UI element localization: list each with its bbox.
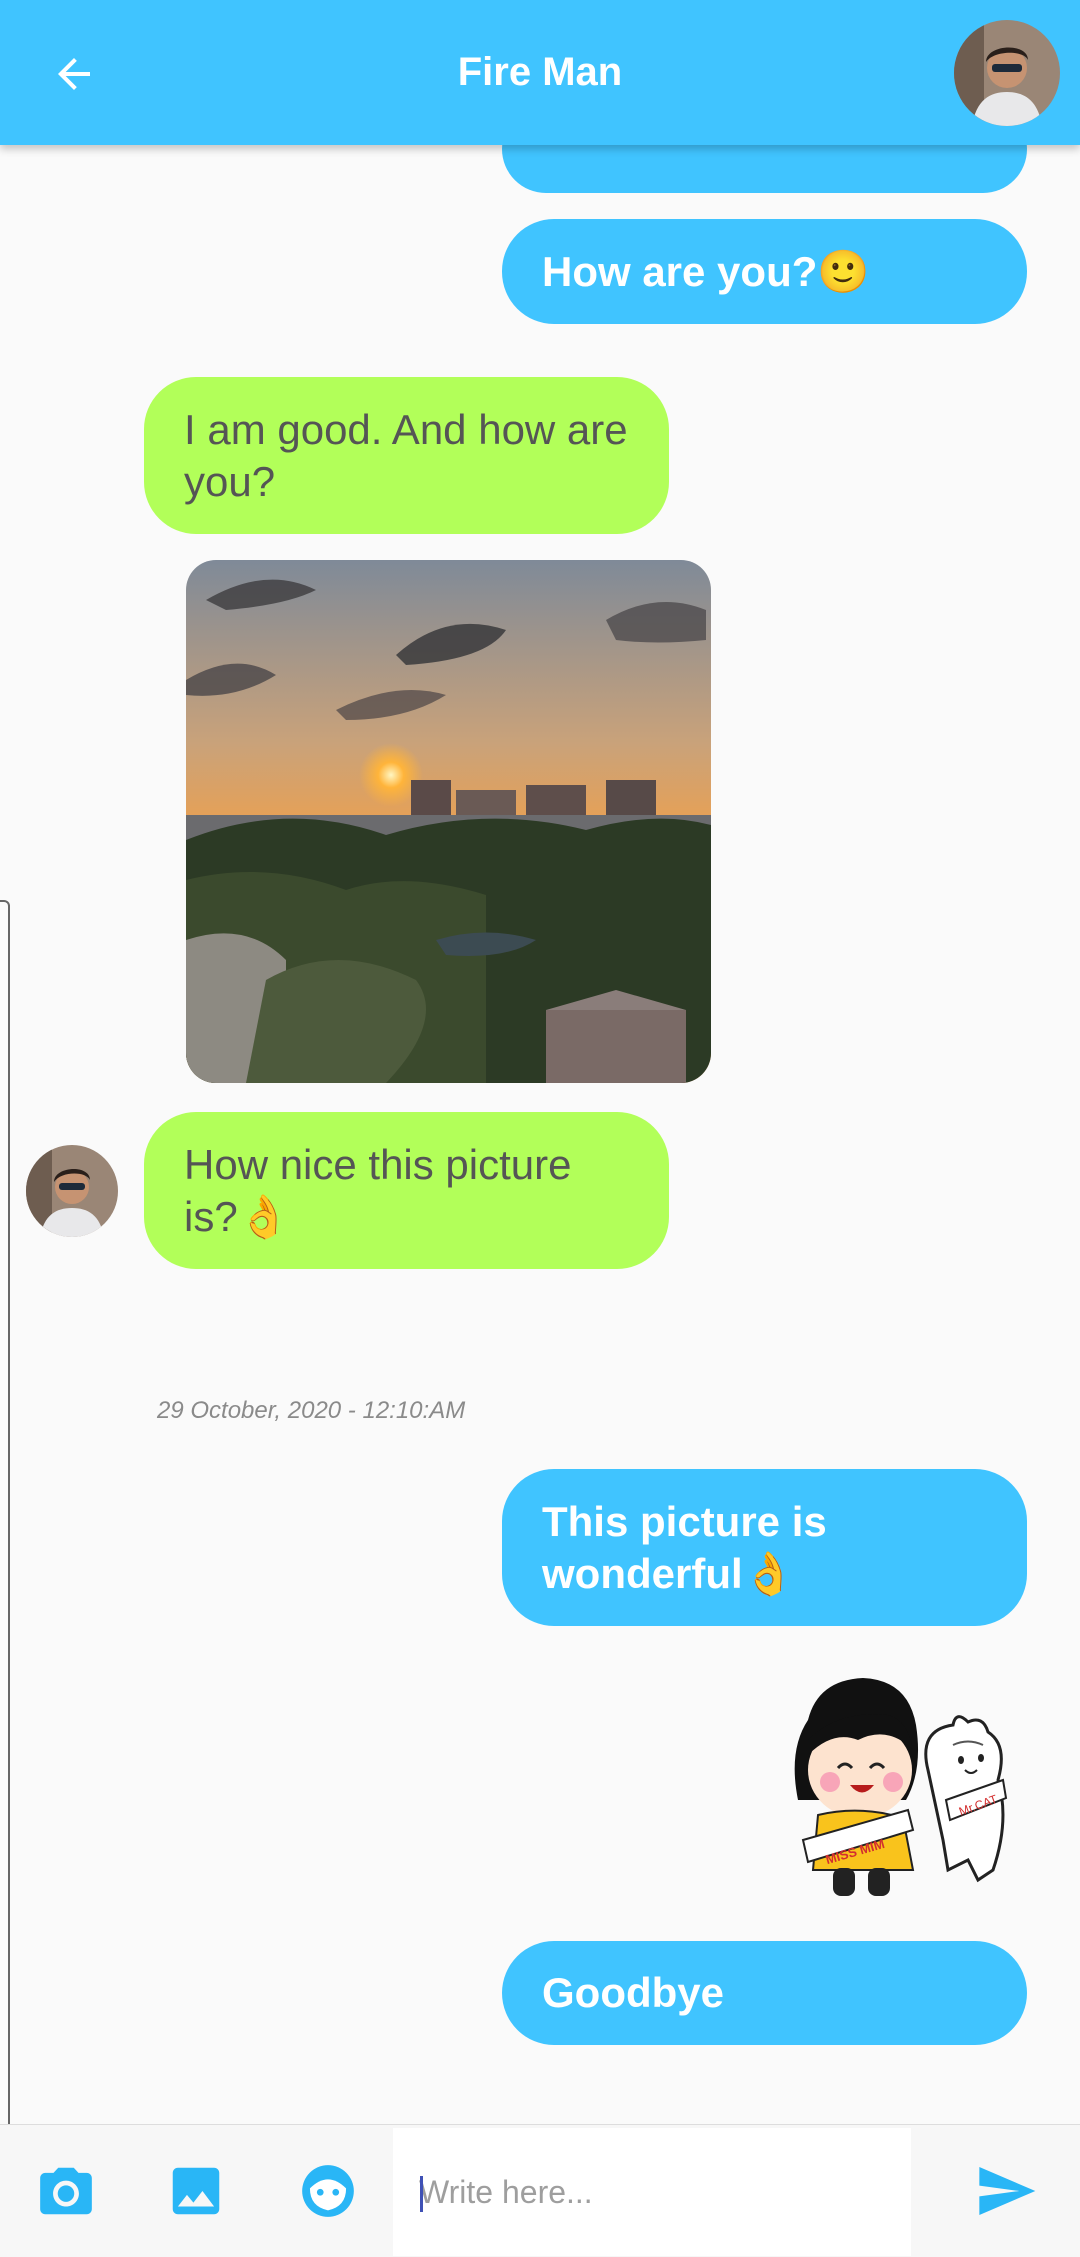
sticker[interactable]: Mr.CAT MISS MIM <box>778 1670 1016 1902</box>
outgoing-message[interactable]: This picture is wonderful👌 <box>502 1469 1027 1626</box>
message-text: How are you?🙂 <box>542 247 870 295</box>
contact-avatar[interactable] <box>954 20 1060 126</box>
message-text: I am good. And how are you? <box>184 405 628 505</box>
app-bar: Fire Man <box>0 0 1080 145</box>
image-icon <box>172 2167 220 2215</box>
camera-button[interactable] <box>28 2153 104 2229</box>
text-cursor <box>420 2176 423 2212</box>
camera-icon <box>40 2167 92 2215</box>
emoji-face-icon <box>302 2165 354 2217</box>
scrollbar[interactable] <box>0 900 10 2140</box>
send-icon <box>979 2167 1036 2215</box>
send-button[interactable] <box>956 2153 1056 2229</box>
message-text: How nice this picture is?👌 <box>184 1140 572 1240</box>
incoming-message[interactable]: I am good. And how are you? <box>144 377 669 534</box>
outgoing-message[interactable]: How are you?🙂 <box>502 219 1027 324</box>
message-input[interactable] <box>393 2128 911 2256</box>
sender-avatar[interactable] <box>26 1145 118 1237</box>
chat-title: Fire Man <box>457 50 623 94</box>
shared-photo[interactable] <box>186 560 711 1083</box>
message-timestamp: 29 October, 2020 - 12:10:AM <box>157 1397 466 1424</box>
gallery-button[interactable] <box>158 2153 234 2229</box>
incoming-message[interactable]: How nice this picture is?👌 <box>144 1112 669 1269</box>
message-text: Goodbye <box>542 1969 725 2016</box>
message-input-container <box>393 2128 911 2256</box>
sticker-button[interactable] <box>290 2153 366 2229</box>
outgoing-message[interactable]: Goodbye <box>502 1941 1027 2045</box>
message-text: This picture is wonderful👌 <box>542 1497 827 1597</box>
